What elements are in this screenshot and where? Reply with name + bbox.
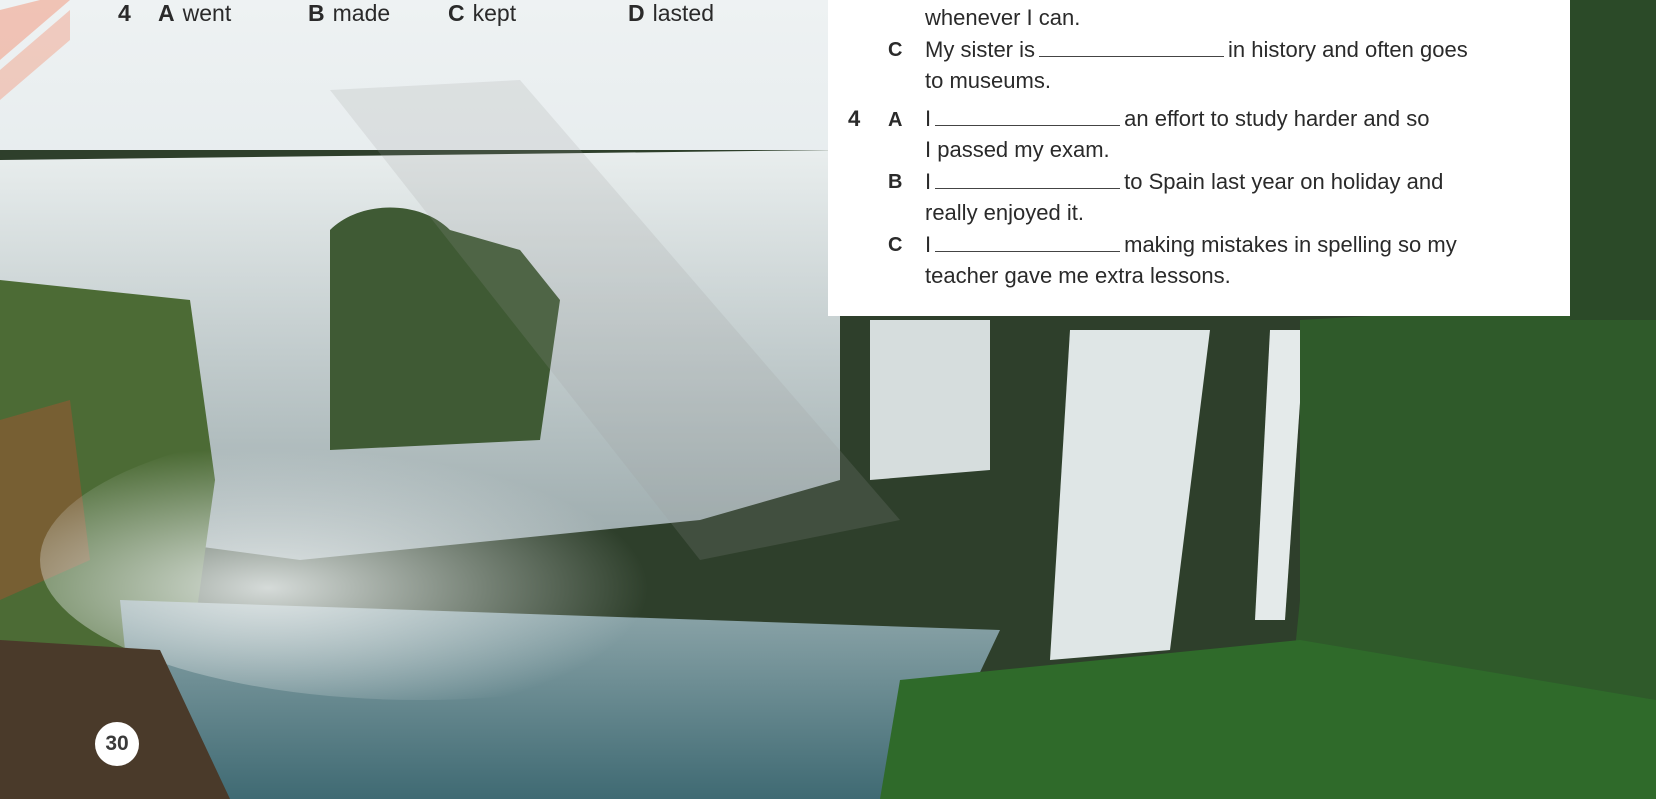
q4-a-letter: A	[888, 109, 903, 131]
q4-a-line: Ian effort to study harder and so	[925, 105, 1430, 131]
answer-blank[interactable]	[935, 168, 1121, 189]
answer-blank[interactable]	[935, 231, 1121, 252]
q4-c-line: Imaking mistakes in spelling so my	[925, 231, 1457, 257]
q4-a-continuation: I passed my exam.	[925, 137, 1110, 162]
option-c: Ckept	[448, 0, 517, 26]
option-b: Bmade	[308, 0, 391, 26]
q3-b-continuation: whenever I can.	[925, 5, 1081, 30]
answer-blank[interactable]	[935, 105, 1121, 126]
q4-c-letter: C	[888, 234, 903, 256]
page-number-badge: 30	[95, 722, 139, 766]
q3-c-continuation: to museums.	[925, 68, 1051, 93]
q3-c-line: My sister is in history and often goes	[925, 36, 1468, 62]
exercise-panel: whenever I can. C My sister is in history…	[828, 0, 1570, 316]
q4-b-line: Ito Spain last year on holiday and	[925, 168, 1444, 194]
q4-c-continuation: teacher gave me extra lessons.	[925, 263, 1231, 288]
option-a: Awent	[158, 0, 232, 26]
q4-b-letter: B	[888, 171, 903, 193]
answer-blank[interactable]	[1039, 36, 1224, 57]
option-d: Dlasted	[628, 0, 714, 26]
question-number: 4	[118, 0, 131, 26]
q4-number: 4	[848, 106, 861, 131]
q4-b-continuation: really enjoyed it.	[925, 200, 1084, 225]
q3-c-letter: C	[888, 39, 903, 61]
